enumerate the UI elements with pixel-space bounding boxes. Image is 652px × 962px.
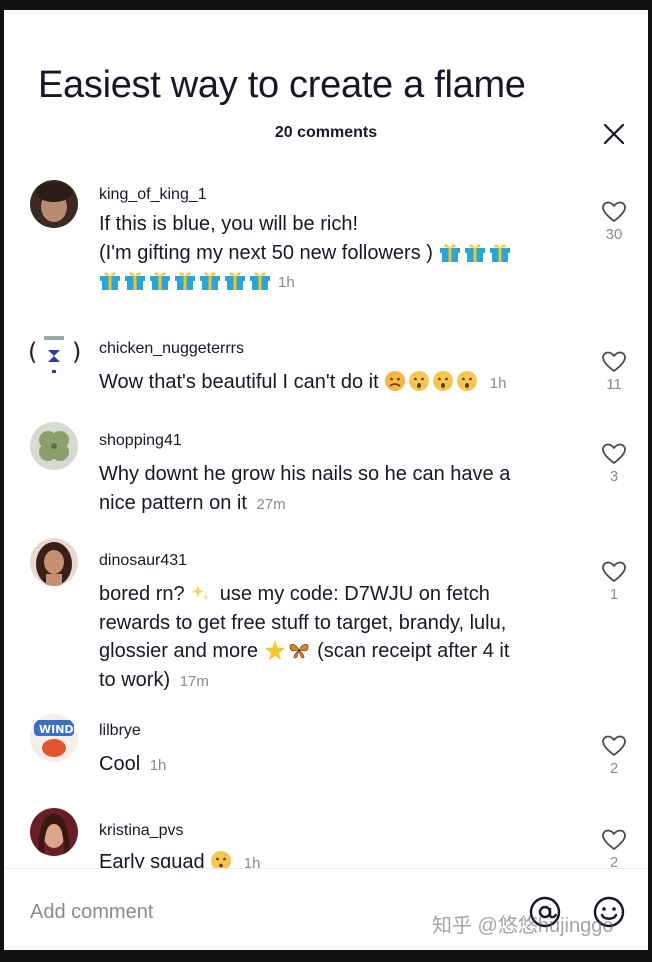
- svg-text:WIND: WIND: [39, 723, 74, 736]
- comment-line: Why downt he grow his nails so he can ha…: [99, 463, 511, 485]
- comment-line: to work) 17m: [99, 666, 589, 697]
- comment-line-text: to work): [99, 668, 171, 691]
- sparkles-emoji: [190, 583, 214, 605]
- like-count: 2: [609, 760, 619, 777]
- comment-line: bored rn? use my code: D7WJU on fetch: [99, 580, 589, 609]
- heart-icon: [602, 351, 626, 372]
- comment-line: If this is blue, you will be rich!: [99, 213, 358, 235]
- comment-time: 1h: [489, 375, 507, 392]
- gift-row-2: 1h: [99, 267, 589, 298]
- add-comment-input[interactable]: Add comment: [30, 901, 153, 924]
- like-button[interactable]: 1: [594, 560, 634, 603]
- sad-face-emoji: [456, 371, 480, 393]
- comments-header: 20 comments: [4, 123, 648, 148]
- star-butterfly-emojis: [264, 640, 312, 662]
- comment-line-text: use my code: D7WJU on fetch: [219, 583, 490, 605]
- sad-face-emoji: [432, 371, 456, 393]
- close-icon: [603, 123, 625, 145]
- like-button[interactable]: 2: [594, 828, 634, 871]
- comment-text: Cool 1h: [99, 750, 589, 781]
- comment-line-text: bored rn?: [99, 583, 185, 605]
- gift-emoji: [150, 272, 170, 290]
- comment-line-text: Wow that's beautiful I can't do it: [99, 371, 379, 393]
- comment-username[interactable]: king_of_king_1: [99, 186, 207, 204]
- comment-line: nice pattern on it 27m: [99, 489, 589, 520]
- heart-icon: [602, 443, 626, 464]
- comment-text: Wow that's beautiful I can't do it 1h: [99, 368, 589, 399]
- comment-username[interactable]: lilbrye: [99, 722, 141, 740]
- like-count: 30: [605, 226, 623, 243]
- avatar[interactable]: [30, 180, 78, 228]
- heart-icon: [602, 201, 626, 222]
- comment-line-text: Cool: [99, 753, 141, 775]
- like-button[interactable]: 3: [594, 442, 634, 485]
- comment-input-bar: Add comment 知乎 @悠悠hujinggo: [4, 868, 648, 950]
- comment-text: bored rn? use my code: D7WJU on fetch re…: [99, 580, 589, 696]
- star-emoji: [264, 640, 285, 660]
- avatar[interactable]: [30, 808, 78, 856]
- watermark: 知乎 @悠悠hujinggo: [432, 915, 614, 937]
- close-button[interactable]: [600, 120, 628, 148]
- svg-text:(: (: [28, 338, 37, 366]
- video-title: Easiest way to create a flame: [38, 64, 526, 106]
- comment-line-text: (I'm gifting my next 50 new followers ): [99, 241, 433, 264]
- gift-emoji: [250, 272, 270, 290]
- gift-emoji: [175, 272, 195, 290]
- gift-emoji: [125, 272, 145, 290]
- comment-time: 1h: [149, 757, 167, 774]
- like-button[interactable]: 2: [594, 734, 634, 777]
- avatar[interactable]: ( ): [26, 330, 82, 378]
- comment-line: rewards to get free stuff to target, bra…: [99, 611, 507, 634]
- comment-username[interactable]: shopping41: [99, 432, 182, 450]
- butterfly-emoji: [289, 643, 308, 659]
- sad-face-emoji: [408, 371, 432, 393]
- gift-emoji: [464, 244, 485, 262]
- heart-icon: [602, 735, 626, 756]
- heart-icon: [602, 829, 626, 850]
- sad-face-emoji: [384, 371, 408, 393]
- comment-line-text: glossier and more: [99, 640, 258, 662]
- comment-line: (I'm gifting my next 50 new followers ): [99, 239, 589, 268]
- like-button[interactable]: 11: [594, 350, 634, 393]
- gift-emoji: [200, 272, 220, 290]
- heart-icon: [602, 561, 626, 582]
- comments-sheet: Easiest way to create a flame 20 comment…: [4, 10, 648, 950]
- avatar[interactable]: WIND: [30, 714, 78, 762]
- comment-time: 27m: [256, 495, 286, 513]
- like-count: 11: [606, 376, 622, 393]
- comment-time: 1h: [278, 274, 295, 291]
- avatar[interactable]: [30, 538, 78, 586]
- comment-time: 17m: [179, 672, 209, 690]
- svg-text:): ): [72, 338, 81, 366]
- comments-count: 20 comments: [274, 124, 378, 141]
- sad-emojis: [384, 371, 480, 393]
- like-count: 3: [609, 468, 619, 485]
- comment-username[interactable]: chicken_nuggeterrrs: [99, 340, 244, 358]
- comment-text: Why downt he grow his nails so he can ha…: [99, 460, 589, 519]
- comment-line-text: (scan receipt after 4 it: [317, 640, 510, 662]
- gift-emoji: [100, 272, 120, 290]
- gift-emoji: [489, 244, 510, 262]
- screenshot-frame: Easiest way to create a flame 20 comment…: [0, 0, 652, 962]
- avatar[interactable]: [30, 422, 78, 470]
- gift-emoji: [439, 244, 460, 262]
- comment-text: If this is blue, you will be rich! (I'm …: [99, 210, 589, 298]
- comment-line-text: nice pattern on it: [99, 491, 247, 514]
- gift-emoji: [225, 272, 245, 290]
- gift-row: [433, 242, 514, 264]
- comment-username[interactable]: kristina_pvs: [99, 822, 183, 840]
- like-button[interactable]: 30: [594, 200, 634, 243]
- comment-line: glossier and more (scan receipt after 4 …: [99, 637, 589, 666]
- like-count: 1: [609, 586, 619, 603]
- comment-username[interactable]: dinosaur431: [99, 552, 187, 570]
